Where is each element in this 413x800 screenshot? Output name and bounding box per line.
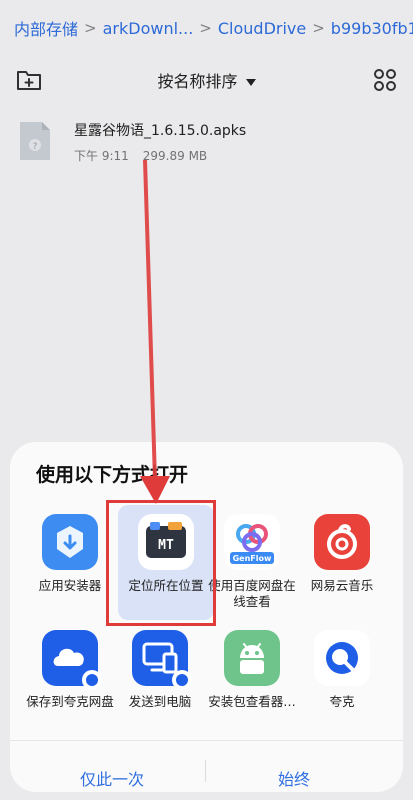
divider xyxy=(10,740,403,741)
quark-cloud-icon xyxy=(42,630,102,690)
quark-icon xyxy=(314,630,370,686)
app-label: 夸克 xyxy=(329,694,355,709)
app-label: 保存到夸克网盘 xyxy=(26,694,114,709)
app-quark[interactable]: 夸克 xyxy=(294,630,390,710)
app-netease-music[interactable]: 网易云音乐 xyxy=(294,514,390,594)
app-installer[interactable]: 应用安装器 xyxy=(22,514,118,594)
app-save-to-quark-netdisk[interactable]: 保存到夸克网盘 xyxy=(22,630,118,710)
app-send-to-computer[interactable]: 发送到电脑 xyxy=(112,630,208,710)
divider xyxy=(205,760,206,782)
netease-music-icon xyxy=(314,514,370,570)
annotation-highlight-box xyxy=(106,500,216,626)
app-label: 应用安装器 xyxy=(38,578,102,593)
genflow-icon: GenFlow xyxy=(224,514,280,570)
quark-badge-icon xyxy=(172,670,192,690)
sheet-title: 使用以下方式打开 xyxy=(36,464,189,486)
app-baidu-netdisk-view[interactable]: GenFlow 使用百度网盘在线查看 xyxy=(204,514,300,610)
genflow-text: GenFlow xyxy=(233,554,272,563)
app-label: 网易云音乐 xyxy=(310,578,374,593)
app-label: 安装包查看器… xyxy=(208,694,296,709)
send-to-pc-icon xyxy=(132,630,192,690)
just-once-button[interactable]: 仅此一次 xyxy=(80,766,144,790)
android-icon xyxy=(224,630,280,686)
app-apk-viewer[interactable]: 安装包查看器… xyxy=(204,630,300,710)
app-label: 使用百度网盘在线查看 xyxy=(208,578,296,609)
app-label: 发送到电脑 xyxy=(128,694,192,709)
installer-icon xyxy=(42,514,98,570)
quark-badge-icon xyxy=(82,670,102,690)
always-button[interactable]: 始终 xyxy=(278,766,310,790)
